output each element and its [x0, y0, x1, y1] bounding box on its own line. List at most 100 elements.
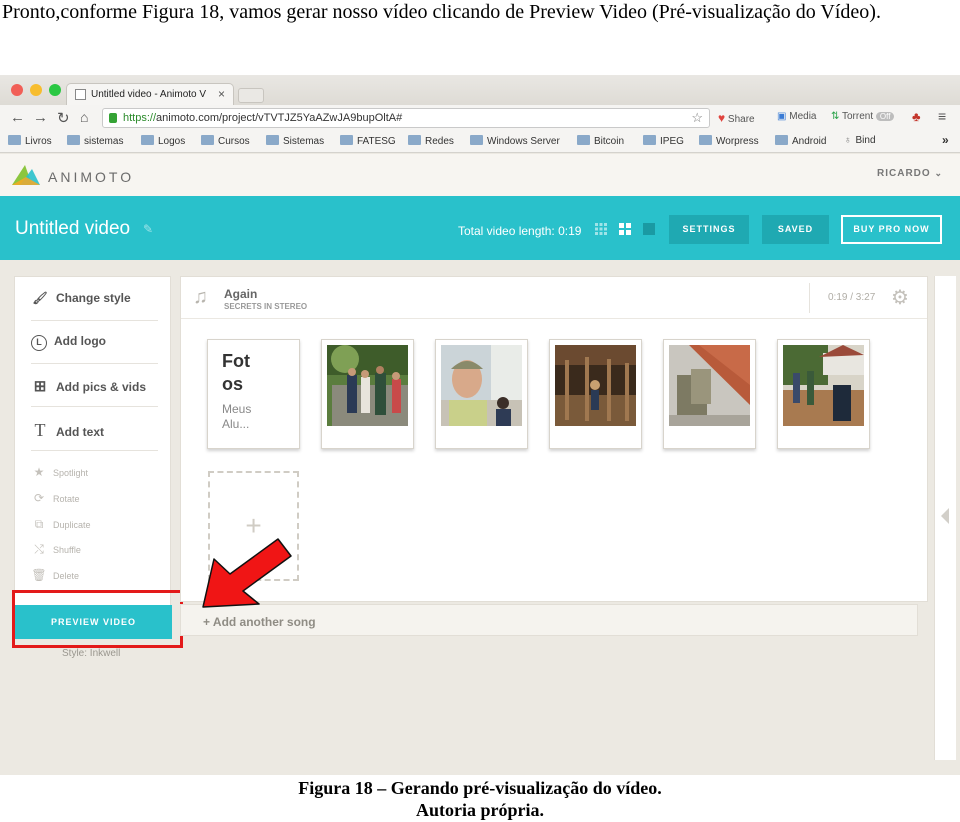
- extension-torrent[interactable]: ⇅ Torrent Off: [831, 111, 895, 122]
- sidebar-item-duplicate: ⧉ Duplicate: [31, 517, 91, 532]
- home-icon[interactable]: ⌂: [80, 109, 88, 125]
- bookmark-star-icon[interactable]: ☆: [691, 110, 703, 126]
- sidebar-divider: [31, 363, 158, 364]
- grid-large-view-icon[interactable]: [643, 223, 655, 235]
- extension-media-label: Media: [789, 111, 817, 122]
- animoto-logo-icon: [12, 165, 40, 185]
- settings-button[interactable]: SETTINGS: [669, 215, 749, 244]
- window-minimize-icon[interactable]: [30, 84, 42, 96]
- folder-icon: [577, 135, 590, 145]
- text-slide-subtitle: Meus Alu...: [222, 402, 252, 431]
- bookmark-sistemas[interactable]: sistemas: [67, 135, 123, 147]
- gear-icon[interactable]: ⚙: [891, 285, 909, 310]
- bookmark-android[interactable]: Android: [775, 135, 826, 147]
- bookmark-label: Sistemas: [283, 136, 325, 147]
- rotate-icon: ⟳: [33, 491, 45, 505]
- paintbrush-icon: 🖌: [32, 291, 48, 305]
- extension-share[interactable]: ♥ Share: [718, 111, 755, 125]
- photo-group-outdoors: [327, 345, 408, 426]
- bookmark-label: Redes: [425, 136, 454, 147]
- photo-roof-tiles: [669, 345, 750, 426]
- buy-pro-button[interactable]: BUY PRO NOW: [841, 215, 942, 244]
- sidebar-item-rotate: ⟳ Rotate: [31, 491, 80, 505]
- text-slide-title: Fot os: [222, 351, 250, 394]
- bookmark-ipeg[interactable]: IPEG: [643, 135, 684, 147]
- sidebar-item-change-style[interactable]: 🖌 Change style: [31, 291, 130, 305]
- bookmark-sistemas-2[interactable]: Sistemas: [266, 135, 324, 147]
- window-close-icon[interactable]: [11, 84, 23, 96]
- sidebar-item-delete: 🗑 Delete: [31, 568, 79, 582]
- photo-slide[interactable]: [435, 339, 528, 449]
- folder-icon: [470, 135, 483, 145]
- browser-tabbar: Untitled video - Animoto V ×: [0, 75, 960, 105]
- bookmark-redes[interactable]: Redes: [408, 135, 454, 147]
- window-maximize-icon[interactable]: [49, 84, 61, 96]
- menu-icon[interactable]: ≡: [938, 108, 946, 124]
- star-icon: ★: [33, 465, 45, 479]
- torrent-toggle[interactable]: Off: [875, 112, 895, 121]
- grid-medium-view-icon[interactable]: [619, 223, 631, 235]
- bind-icon: ♁: [844, 135, 852, 146]
- photo-slide[interactable]: [321, 339, 414, 449]
- page-favicon-icon: [75, 89, 86, 100]
- back-icon[interactable]: ←: [10, 109, 25, 126]
- sidebar-item-add-text[interactable]: T Add text: [31, 420, 105, 441]
- text-slide[interactable]: Fot os Meus Alu...: [207, 339, 300, 449]
- edit-title-icon[interactable]: ✎: [143, 222, 153, 236]
- bookmark-cursos[interactable]: Cursos: [201, 135, 250, 147]
- lock-icon: [109, 113, 117, 123]
- bookmark-label: Cursos: [218, 136, 250, 147]
- forward-icon[interactable]: →: [33, 109, 48, 126]
- bookmark-label: Livros: [25, 136, 52, 147]
- grid-small-view-icon[interactable]: [595, 223, 607, 235]
- new-tab-button[interactable]: [238, 88, 264, 103]
- url-text: animoto.com/project/vTVTJZ5YaAZwJA9bupOl…: [156, 112, 403, 124]
- song-row[interactable]: ♫ Again SECRETS IN STEREO 0:19 / 3:27 ⚙: [181, 277, 927, 319]
- bookmark-livros[interactable]: Livros: [8, 135, 52, 147]
- sidebar-item-label: Add text: [56, 425, 104, 439]
- bookmark-logos[interactable]: Logos: [141, 135, 185, 147]
- saved-button[interactable]: SAVED: [762, 215, 829, 244]
- bookmark-label: sistemas: [84, 136, 124, 147]
- address-bar[interactable]: https://animoto.com/project/vTVTJZ5YaAZw…: [102, 108, 710, 128]
- tab-close-icon[interactable]: ×: [218, 87, 225, 101]
- bookmark-label: FATESG: [357, 136, 396, 147]
- bookmark-fatesg[interactable]: FATESG: [340, 135, 396, 147]
- url-protocol: https://: [123, 112, 157, 124]
- collapse-arrow-icon[interactable]: [941, 508, 949, 524]
- photo-slide[interactable]: [777, 339, 870, 449]
- sidebar-item-label: Add pics & vids: [56, 380, 147, 394]
- style-label: Style: Inkwell: [62, 648, 121, 659]
- add-another-song-link[interactable]: + Add another song: [203, 615, 316, 629]
- sidebar-item-add-pics[interactable]: ⊞ Add pics & vids: [31, 377, 146, 395]
- bookmark-bind[interactable]: ♁ Bind: [844, 135, 876, 146]
- folder-icon: [141, 135, 154, 145]
- add-pics-icon: ⊞: [33, 378, 47, 395]
- bookmark-bitcoin[interactable]: Bitcoin: [577, 135, 624, 147]
- sidebar-panel: 🖌 Change style L Add logo ⊞ Add pics & vids…: [14, 276, 171, 606]
- folder-icon: [8, 135, 21, 145]
- bookmark-worpress[interactable]: Worpress: [699, 135, 759, 147]
- photo-slide[interactable]: [663, 339, 756, 449]
- reload-icon[interactable]: ↻: [57, 109, 70, 127]
- user-menu[interactable]: RICARDO ⌄: [877, 168, 943, 179]
- bookmarks-more-icon[interactable]: »: [942, 133, 949, 147]
- right-rail: [934, 276, 956, 760]
- sidebar-divider: [31, 406, 158, 407]
- duplicate-icon: ⧉: [34, 517, 44, 531]
- figure-caption-line1: Figura 18 – Gerando pré-visualização do …: [298, 778, 662, 798]
- bookmark-label: IPEG: [660, 136, 684, 147]
- sidebar-divider: [31, 320, 158, 321]
- sidebar-item-add-logo[interactable]: L Add logo: [31, 334, 106, 351]
- video-title[interactable]: Untitled video: [15, 218, 130, 240]
- extension-media[interactable]: ▣ Media: [777, 111, 816, 122]
- bookmark-windows-server[interactable]: Windows Server: [470, 135, 560, 147]
- figure-caption-line2: Autoria própria.: [416, 800, 544, 820]
- photo-slide[interactable]: [549, 339, 642, 449]
- browser-tab[interactable]: Untitled video - Animoto V ×: [66, 83, 234, 105]
- folder-icon: [775, 135, 788, 145]
- lastpass-icon[interactable]: ♣: [912, 109, 921, 124]
- browser-screenshot: Untitled video - Animoto V × ← → ↻ ⌂ htt…: [0, 75, 960, 775]
- animoto-logo-text: ANIMOTO: [48, 169, 135, 185]
- sidebar-item-label: Shuffle: [53, 545, 81, 555]
